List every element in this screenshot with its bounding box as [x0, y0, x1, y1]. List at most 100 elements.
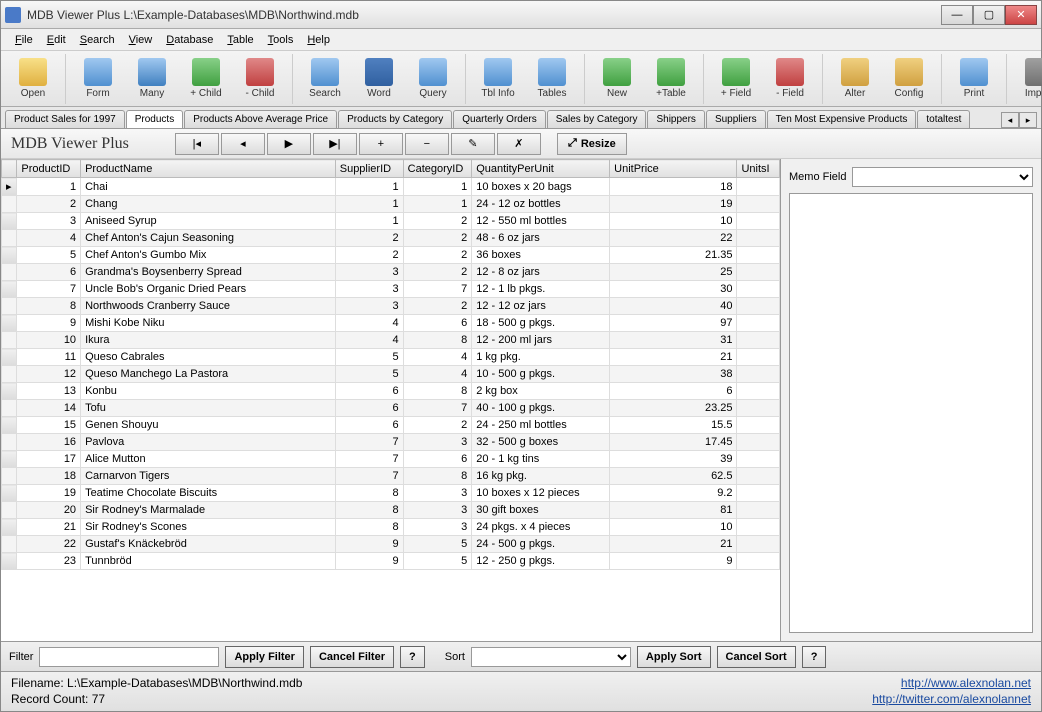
table-row[interactable]: 15Genen Shouyu6224 - 250 ml bottles15.5: [2, 417, 780, 434]
titlebar: MDB Viewer Plus L:\Example-Databases\MDB…: [1, 1, 1041, 29]
minimize-button[interactable]: —: [941, 5, 973, 25]
tab-scroll-left[interactable]: ◂: [1001, 112, 1019, 128]
tab-scroll-right[interactable]: ▸: [1019, 112, 1037, 128]
tool-query-button[interactable]: Query: [407, 54, 459, 104]
resize-button[interactable]: ⤢ Resize: [557, 133, 627, 155]
tool-tables-button[interactable]: Tables: [526, 54, 578, 104]
table-row[interactable]: 18Carnarvon Tigers7816 kg pkg.62.5: [2, 468, 780, 485]
table-row[interactable]: ▸1Chai1110 boxes x 20 bags18: [2, 178, 780, 196]
memo-textarea[interactable]: [789, 193, 1033, 633]
apply-filter-button[interactable]: Apply Filter: [225, 646, 304, 668]
tool-alter-button[interactable]: Alter: [829, 54, 881, 104]
table-row[interactable]: 11Queso Cabrales541 kg pkg.21: [2, 349, 780, 366]
tool-tblinfo-button[interactable]: Tbl Info: [472, 54, 524, 104]
table-row[interactable]: 8Northwoods Cranberry Sauce3212 - 12 oz …: [2, 298, 780, 315]
tool-label: Config: [895, 88, 924, 99]
memo-label: Memo Field: [789, 171, 846, 183]
tool-open-button[interactable]: Open: [7, 54, 59, 104]
tab-products-above-average-price[interactable]: Products Above Average Price: [184, 110, 337, 128]
table-row[interactable]: 17Alice Mutton7620 - 1 kg tins39: [2, 451, 780, 468]
menu-table[interactable]: Table: [221, 32, 259, 48]
tab-shippers[interactable]: Shippers: [647, 110, 704, 128]
table-row[interactable]: 21Sir Rodney's Scones8324 pkgs. x 4 piec…: [2, 519, 780, 536]
menu-search[interactable]: Search: [74, 32, 121, 48]
col-unitsi[interactable]: UnitsI: [737, 160, 780, 178]
table-row[interactable]: 19Teatime Chocolate Biscuits8310 boxes x…: [2, 485, 780, 502]
tool-mfield-button[interactable]: - Field: [764, 54, 816, 104]
close-button[interactable]: ✕: [1005, 5, 1037, 25]
cancel-filter-button[interactable]: Cancel Filter: [310, 646, 394, 668]
tool-print-button[interactable]: Print: [948, 54, 1000, 104]
table-row[interactable]: 10Ikura4812 - 200 ml jars31: [2, 332, 780, 349]
menu-help[interactable]: Help: [301, 32, 336, 48]
apply-sort-button[interactable]: Apply Sort: [637, 646, 711, 668]
nav-last-button[interactable]: ▶|: [313, 133, 357, 155]
table-row[interactable]: 16Pavlova7332 - 500 g boxes17.45: [2, 434, 780, 451]
tool-search-button[interactable]: Search: [299, 54, 351, 104]
tab-ten-most-expensive-products[interactable]: Ten Most Expensive Products: [767, 110, 917, 128]
table-row[interactable]: 20Sir Rodney's Marmalade8330 gift boxes8…: [2, 502, 780, 519]
tool-config-button[interactable]: Config: [883, 54, 935, 104]
tab-suppliers[interactable]: Suppliers: [706, 110, 766, 128]
nav-first-button[interactable]: |◂: [175, 133, 219, 155]
menu-tools[interactable]: Tools: [262, 32, 300, 48]
col-unitprice[interactable]: UnitPrice: [610, 160, 737, 178]
table-row[interactable]: 12Queso Manchego La Pastora5410 - 500 g …: [2, 366, 780, 383]
tool-new-button[interactable]: New: [591, 54, 643, 104]
query-icon: [419, 58, 447, 86]
tab-products[interactable]: Products: [126, 110, 183, 128]
table-row[interactable]: 13Konbu682 kg box6: [2, 383, 780, 400]
col-supplierid[interactable]: SupplierID: [335, 160, 403, 178]
tool-pfield-button[interactable]: + Field: [710, 54, 762, 104]
col-productname[interactable]: ProductName: [81, 160, 336, 178]
memo-field-select[interactable]: [852, 167, 1033, 187]
tool-ptable-button[interactable]: +Table: [645, 54, 697, 104]
tool-childm-button[interactable]: - Child: [234, 54, 286, 104]
data-grid[interactable]: ProductIDProductNameSupplierIDCategoryID…: [1, 159, 781, 641]
maximize-button[interactable]: ▢: [973, 5, 1005, 25]
tool-child-button[interactable]: + Child: [180, 54, 232, 104]
sort-select[interactable]: [471, 647, 631, 667]
nav-delete-button[interactable]: −: [405, 133, 449, 155]
tool-many-button[interactable]: Many: [126, 54, 178, 104]
menu-view[interactable]: View: [123, 32, 159, 48]
nav-next-button[interactable]: ▶: [267, 133, 311, 155]
table-row[interactable]: 14Tofu6740 - 100 g pkgs.23.25: [2, 400, 780, 417]
tool-word-button[interactable]: Word: [353, 54, 405, 104]
col-quantityperunit[interactable]: QuantityPerUnit: [472, 160, 610, 178]
app-title: MDB Viewer Plus: [11, 135, 129, 153]
tab-products-by-category[interactable]: Products by Category: [338, 110, 452, 128]
table-row[interactable]: 5Chef Anton's Gumbo Mix2236 boxes21.35: [2, 247, 780, 264]
table-row[interactable]: 6Grandma's Boysenberry Spread3212 - 8 oz…: [2, 264, 780, 281]
tab-sales-by-category[interactable]: Sales by Category: [547, 110, 647, 128]
sort-help-button[interactable]: ?: [802, 646, 827, 668]
menu-edit[interactable]: Edit: [41, 32, 72, 48]
nav-cancel-button[interactable]: ✗: [497, 133, 541, 155]
col-productid[interactable]: ProductID: [17, 160, 81, 178]
nav-edit-button[interactable]: ✎: [451, 133, 495, 155]
col-categoryid[interactable]: CategoryID: [403, 160, 472, 178]
menu-database[interactable]: Database: [160, 32, 219, 48]
table-row[interactable]: 4Chef Anton's Cajun Seasoning2248 - 6 oz…: [2, 230, 780, 247]
table-row[interactable]: 9Mishi Kobe Niku4618 - 500 g pkgs.97: [2, 315, 780, 332]
tab-totaltest[interactable]: totaltest: [917, 110, 970, 128]
cancel-sort-button[interactable]: Cancel Sort: [717, 646, 796, 668]
twitter-link[interactable]: http://twitter.com/alexnolannet: [872, 692, 1031, 706]
tool-label: Alter: [845, 88, 866, 99]
nav-prev-button[interactable]: ◂: [221, 133, 265, 155]
tool-import-button[interactable]: Import: [1013, 54, 1042, 104]
menu-file[interactable]: File: [9, 32, 39, 48]
table-row[interactable]: 2Chang1124 - 12 oz bottles19: [2, 196, 780, 213]
tab-product-sales-for-1997[interactable]: Product Sales for 1997: [5, 110, 125, 128]
child-icon: [192, 58, 220, 86]
tool-form-button[interactable]: Form: [72, 54, 124, 104]
table-row[interactable]: 23Tunnbröd9512 - 250 g pkgs.9: [2, 553, 780, 570]
table-row[interactable]: 3Aniseed Syrup1212 - 550 ml bottles10: [2, 213, 780, 230]
table-row[interactable]: 7Uncle Bob's Organic Dried Pears3712 - 1…: [2, 281, 780, 298]
website-link[interactable]: http://www.alexnolan.net: [872, 676, 1031, 690]
nav-add-button[interactable]: +: [359, 133, 403, 155]
filter-input[interactable]: [39, 647, 219, 667]
table-row[interactable]: 22Gustaf's Knäckebröd9524 - 500 g pkgs.2…: [2, 536, 780, 553]
filter-help-button[interactable]: ?: [400, 646, 425, 668]
tab-quarterly-orders[interactable]: Quarterly Orders: [453, 110, 545, 128]
